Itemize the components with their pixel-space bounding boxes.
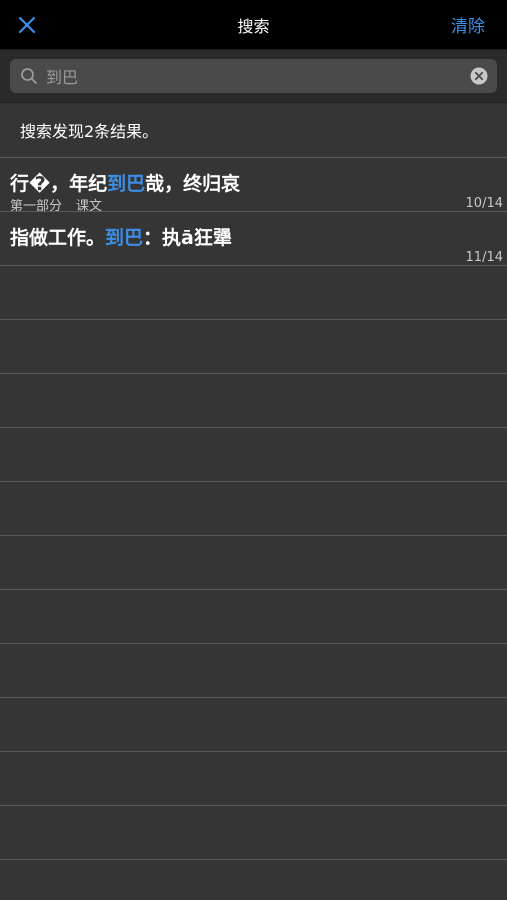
search-bar <box>0 50 507 103</box>
empty-row <box>0 428 507 482</box>
empty-row <box>0 698 507 752</box>
result-title-prefix: 指做工作。 <box>10 227 106 249</box>
result-title-match: 到巴 <box>107 173 146 195</box>
result-title-suffix: 哉，终归哀 <box>145 173 241 195</box>
result-page-number: 11/14 <box>465 250 503 265</box>
result-page-number: 10/14 <box>465 196 503 211</box>
result-title: 指做工作。到巴：执ā狂犟 <box>10 223 232 250</box>
search-input[interactable] <box>46 59 466 93</box>
result-title-suffix: ：执ā狂犟 <box>143 227 232 249</box>
search-result-item[interactable]: 行�，年纪到巴哉，终归哀 第一部分 课文 10/14 <box>0 158 507 214</box>
search-result-item[interactable]: 指做工作。到巴：执ā狂犟 11/14 <box>0 212 507 266</box>
search-box[interactable] <box>10 59 497 93</box>
empty-row <box>0 482 507 536</box>
clear-button[interactable]: 清除 <box>451 0 485 49</box>
close-icon <box>18 16 36 34</box>
empty-row <box>0 320 507 374</box>
empty-row <box>0 752 507 806</box>
clear-input-icon[interactable] <box>470 67 488 85</box>
search-screen: 搜索 清除 搜索发现2条结果。 行�，年纪到巴哉，终归哀 第一部分课文 10/1… <box>0 0 507 900</box>
search-icon <box>21 68 37 84</box>
navbar: 搜索 清除 <box>0 0 507 50</box>
close-button[interactable] <box>10 8 44 42</box>
result-title-match: 到巴 <box>105 227 144 249</box>
empty-row <box>0 266 507 320</box>
results-summary-text: 搜索发现2条结果。 <box>20 122 159 141</box>
empty-row <box>0 644 507 698</box>
results-summary: 搜索发现2条结果。 <box>0 103 507 158</box>
result-title: 行�，年纪到巴哉，终归哀 <box>10 169 240 196</box>
result-title-prefix: 行�，年纪 <box>10 173 108 195</box>
empty-row <box>0 374 507 428</box>
empty-row <box>0 536 507 590</box>
empty-row <box>0 806 507 860</box>
empty-row <box>0 590 507 644</box>
page-title: 搜索 <box>237 16 270 36</box>
